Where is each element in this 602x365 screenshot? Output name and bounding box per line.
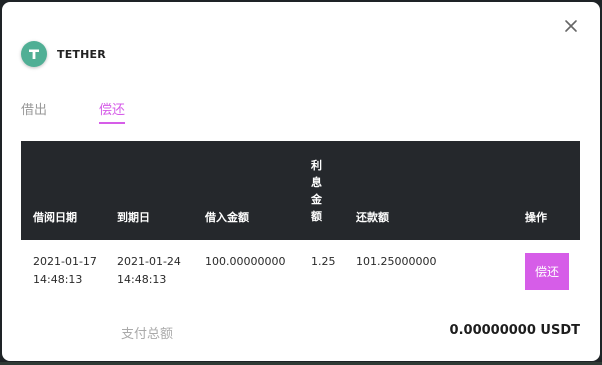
cell-interest-amount: 1.25 [311, 255, 336, 268]
total-value: 0.00000000 USDT [449, 323, 580, 338]
coin-name: TETHER [57, 47, 106, 61]
cell-action: 偿还 [513, 240, 580, 303]
header-due-date: 到期日 [105, 141, 193, 240]
cell-borrow-amount: 100.00000000 [205, 255, 286, 268]
due-date: 2021-01-24 [117, 255, 181, 268]
header-repay-amount: 还款额 [344, 141, 513, 240]
close-icon[interactable] [563, 18, 579, 34]
header-borrow-amount: 借入金额 [193, 141, 299, 240]
borrow-date: 2021-01-17 [33, 255, 97, 268]
borrow-time: 14:48:13 [33, 273, 83, 286]
cell-borrow-date: 2021-01-17 14:48:13 [21, 240, 105, 303]
cell-repay-amount: 101.25000000 [356, 255, 437, 268]
header-interest-amount-label: 利息金额 [311, 159, 322, 223]
due-time: 14:48:13 [117, 273, 167, 286]
tether-icon [21, 41, 47, 67]
header-action: 操作 [513, 141, 580, 240]
tab-repay[interactable]: 偿还 [99, 99, 126, 124]
header-borrow-date: 借阅日期 [21, 141, 105, 240]
table-header-row: 借阅日期 到期日 借入金额 利息金额 还款额 操作 [21, 141, 580, 240]
cell-due-date: 2021-01-24 14:48:13 [105, 240, 193, 303]
loan-table: 借阅日期 到期日 借入金额 利息金额 还款额 操作 2021-01-17 14:… [21, 141, 580, 303]
repay-button[interactable]: 偿还 [525, 253, 569, 290]
header-interest-amount: 利息金额 [299, 141, 344, 240]
tab-bar: 借出 偿还 [21, 99, 177, 124]
total-label: 支付总额 [121, 327, 174, 342]
coin-header: TETHER [21, 41, 106, 67]
table-row: 2021-01-17 14:48:13 2021-01-24 14:48:13 … [21, 240, 580, 303]
repay-modal: TETHER 借出 偿还 借阅日期 到期日 借入金额 利息金额 还款额 操作 2… [2, 2, 600, 361]
tab-lend[interactable]: 借出 [21, 99, 47, 124]
